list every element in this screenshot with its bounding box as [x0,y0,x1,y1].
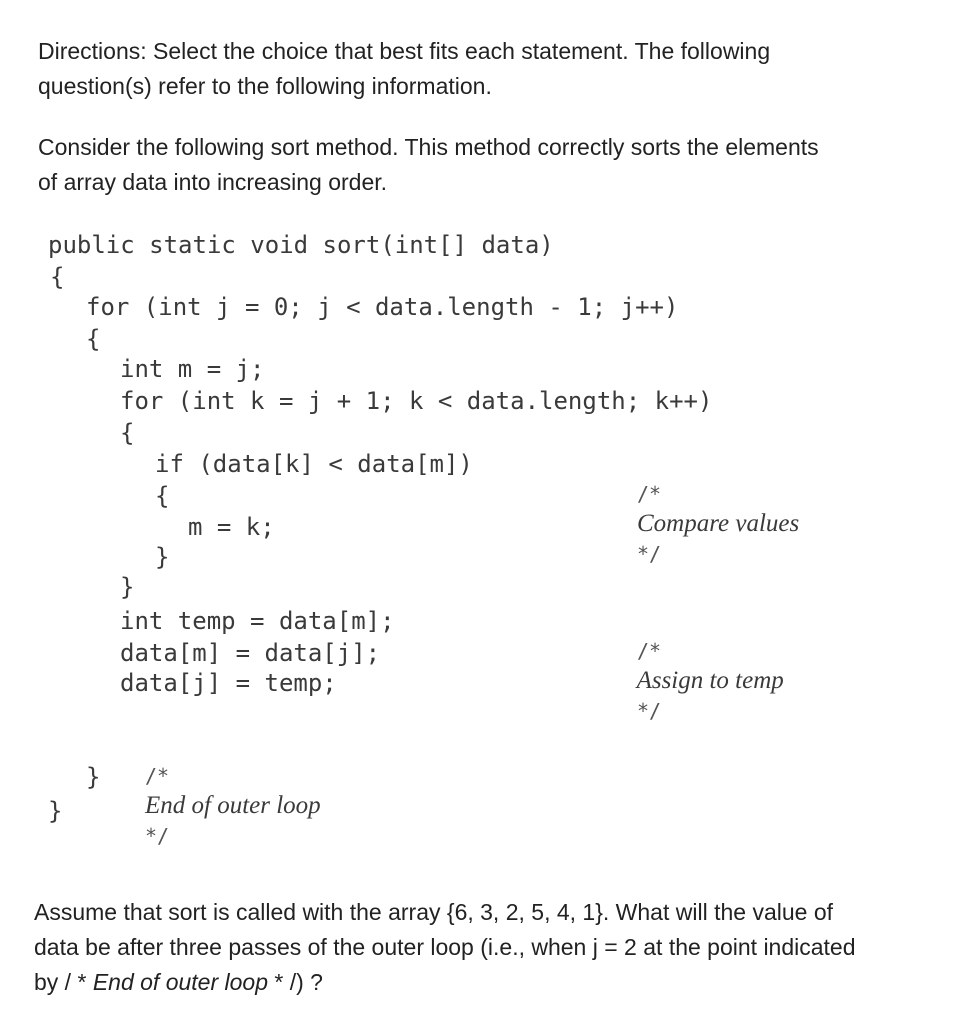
comment-close-mark: */ [637,542,662,566]
question-line-1: Assume that sort is called with the arra… [34,899,834,925]
comment-close-mark: */ [637,699,662,723]
intro-line-2: of array data into increasing order. [38,169,388,195]
code-line-if: if (data[k] < data[m]) [155,450,473,478]
code-line-close-brace-if: } [155,543,170,571]
question-line-3-prefix: by / * [34,969,93,995]
question-line-3: by / * End of outer loop * /) ? [34,965,934,1000]
code-line-open-brace-inner: { [120,419,135,447]
comment-open-mark: /* [637,639,662,663]
comment-compare-values: /* Compare values */ [612,449,799,599]
question-text: Assume that sort is called with the arra… [34,895,934,1000]
code-line-close-brace-outer: } [86,763,101,791]
code-line-m-assign: m = k; [188,513,275,541]
code-line-open-brace-if: { [155,482,170,510]
comment-assign-temp: /* Assign to temp */ [612,606,784,756]
comment-compare-text: Compare values [637,510,800,537]
code-line-data-j: data[j] = temp; [120,669,337,697]
question-line-3-italic: End of outer loop [92,969,268,995]
code-line-int-temp: int temp = data[m]; [120,607,395,635]
code-line-data-m: data[m] = data[j]; [120,639,381,667]
comment-open-mark: /* [145,764,170,788]
code-line-signature: public static void sort(int[] data) [48,231,554,259]
comment-open-mark: /* [637,482,662,506]
question-line-2: data be after three passes of the outer … [34,934,856,960]
comment-end-outer-text: End of outer loop [145,792,321,819]
comment-assign-text: Assign to temp [636,667,784,694]
code-line-close-brace-method: } [48,797,63,825]
directions-line-1: Directions: Select the choice that best … [38,38,771,64]
comment-end-outer-loop: /* End of outer loop */ [120,731,321,881]
code-line-outer-for: for (int j = 0; j < data.length - 1; j++… [86,293,679,321]
code-line-open-brace-outer: { [86,325,101,353]
comment-close-mark: */ [145,824,170,848]
question-line-3-suffix: * /) ? [268,969,323,995]
code-line-open-brace-method: { [50,263,65,291]
code-line-close-brace-inner: } [120,573,135,601]
code-line-inner-for: for (int k = j + 1; k < data.length; k++… [120,387,713,415]
code-line-int-m: int m = j; [120,355,265,383]
directions-line-2: question(s) refer to the following infor… [38,73,492,99]
intro-text: Consider the following sort method. This… [38,130,938,200]
intro-line-1: Consider the following sort method. This… [38,134,819,160]
directions-text: Directions: Select the choice that best … [38,34,938,104]
